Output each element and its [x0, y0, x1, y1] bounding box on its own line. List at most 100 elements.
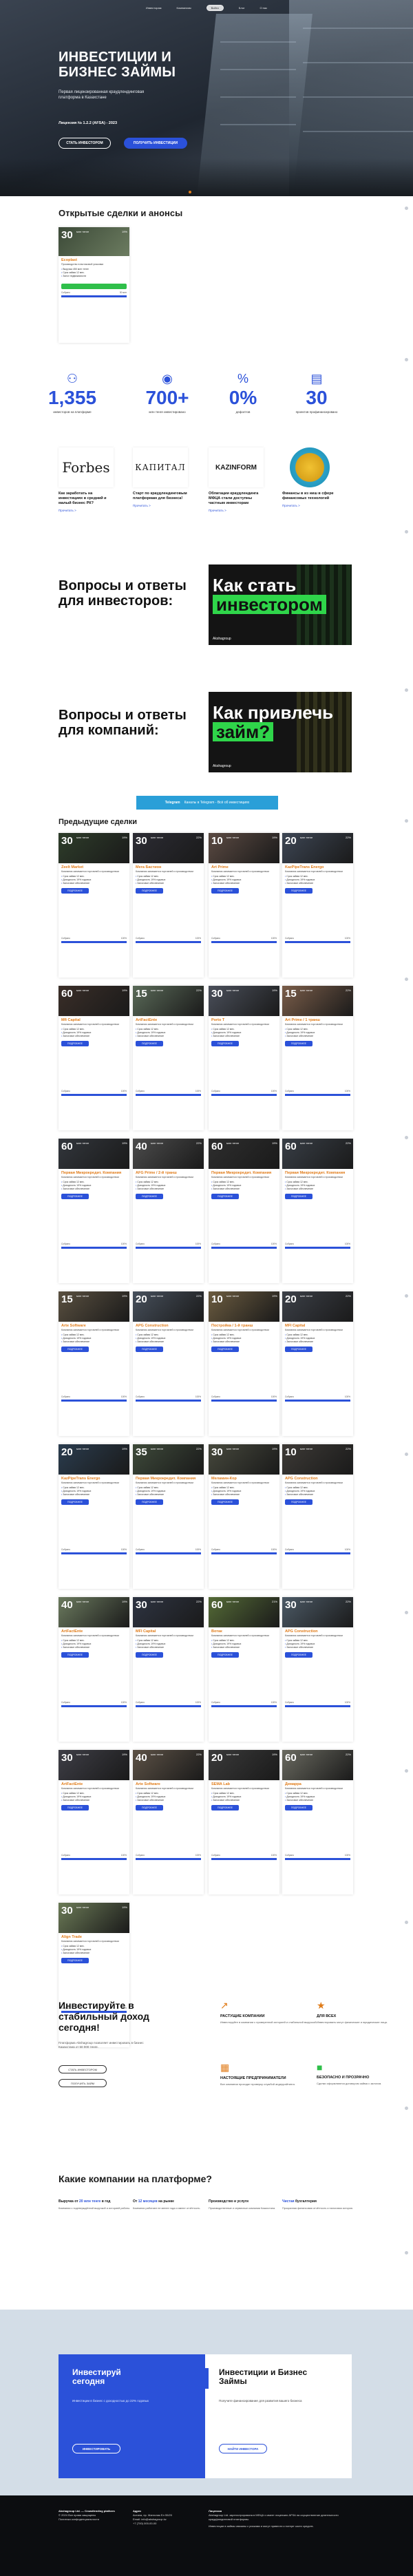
prev-deal-card[interactable]: 10 млн тенге 19% Постройка / 1-й транш Компа… [209, 1291, 279, 1436]
nav-item-about[interactable]: О нас [260, 6, 267, 10]
press-read-link[interactable]: Прочитать > [209, 509, 264, 512]
deal-details-button[interactable]: ПОДРОБНЕЕ [211, 1194, 239, 1199]
prev-deal-card[interactable]: 30 млн тенге 22% MFI Capital Компания занима… [133, 1597, 204, 1742]
deal-title: Первая Микрокредит. Компания [211, 1171, 272, 1175]
section-nav-dot[interactable] [405, 1921, 408, 1924]
section-nav-dot[interactable] [405, 1769, 408, 1773]
prev-deal-card[interactable]: 35 млн тенге 22% Первая Микрокредит. Компан… [133, 1444, 204, 1589]
prev-deal-card[interactable]: 20 млн тенге 19% SEMA Lab Компания занимаетс… [209, 1750, 279, 1894]
prev-deal-card[interactable]: 60 млн тенге 19% Mfi Capital Компания занима… [59, 986, 129, 1130]
nav-item-blog[interactable]: Блог [239, 6, 245, 10]
deal-details-button[interactable]: ПОДРОБНЕЕ [61, 1347, 89, 1352]
deal-details-button[interactable]: ПОДРОБНЕЕ [211, 1347, 239, 1352]
section-nav-dot[interactable] [405, 1611, 408, 1614]
benefit-title: ДЛЯ ВСЕХ [317, 2014, 337, 2018]
footer-privacy-link[interactable]: Политика конфиденциальности [59, 2517, 120, 2522]
section-nav-dot[interactable] [405, 819, 408, 823]
deal-details-button[interactable]: ПОДРОБНЕЕ [61, 888, 89, 894]
deal-details-button[interactable]: ПОДРОБНЕЕ [211, 1499, 239, 1505]
deal-details-button[interactable]: ПОДРОБНЕЕ [285, 1194, 313, 1199]
prev-deal-card[interactable]: 30 млн тенге 22% APG Construction Компания з… [282, 1597, 353, 1742]
invest-button[interactable]: ИНВЕСТИРОВАТЬ [72, 2444, 120, 2453]
prev-deal-card[interactable]: 30 млн тенге 19% Porto T Компания занимается… [209, 986, 279, 1130]
faq-investors-video[interactable]: Как стать инвестором Akshagroup [209, 564, 352, 645]
deal-details-button[interactable]: ПОДРОБНЕЕ [211, 1805, 239, 1810]
deal-details-button[interactable]: ПОДРОБНЕЕ [136, 1347, 163, 1352]
deal-details-button[interactable]: ПОДРОБНЕЕ [211, 888, 239, 894]
deal-details-button[interactable]: ПОДРОБНЕЕ [211, 1041, 239, 1046]
deal-details-button[interactable]: ПОДРОБНЕЕ [285, 1805, 313, 1810]
section-nav-dot[interactable] [405, 1136, 408, 1139]
nav-item-investors[interactable]: Инвесторам [146, 6, 162, 10]
press-read-link[interactable]: Прочитать > [59, 509, 114, 512]
deal-details-button[interactable]: ПОДРОБНЕЕ [136, 1499, 163, 1505]
deal-details-button[interactable]: ПОДРОБНЕЕ [61, 1499, 89, 1505]
footer-phone[interactable]: +7 (700) 000-00-00 [133, 2522, 195, 2526]
carousel-dot[interactable] [189, 191, 191, 193]
deal-details-button[interactable]: ПОДРОБНЕЕ [136, 1805, 163, 1810]
section-nav-dot[interactable] [405, 1453, 408, 1456]
deal-details-button[interactable]: ПОДРОБНЕЕ [61, 1652, 89, 1658]
prev-deal-card[interactable]: 60 млн тенге 19% Первая Микрокредит. Компан… [59, 1139, 129, 1283]
prev-deal-card[interactable]: 40 млн тенге 19% ArtFactEnte Компания занима… [59, 1597, 129, 1742]
deal-details-button[interactable]: ПОДРОБНЕЕ [285, 1347, 313, 1352]
deal-details-button[interactable]: ПОДРОБНЕЕ [285, 1652, 313, 1658]
prev-deal-card[interactable]: 15 млн тенге 22% Art Prime / 1 транш Компани… [282, 986, 353, 1130]
section-nav-dot[interactable] [405, 207, 408, 210]
prev-deal-card[interactable]: 15 млн тенге 22% ArtFactEnte Компания занима… [133, 986, 204, 1130]
press-card-emblem[interactable]: Финансы в из ниш в сфере финансовых техн… [282, 447, 337, 507]
section-nav-dot[interactable] [405, 358, 408, 361]
get-loan-button[interactable]: ПОЛУЧИТЬ ЗАЙМ [59, 2079, 107, 2087]
become-investor-button[interactable]: СТАТЬ ИНВЕСТОРОМ [59, 138, 111, 149]
deal-details-button[interactable]: ПОДРОБНЕЕ [61, 1805, 89, 1810]
prev-deal-card[interactable]: 30 млн тенге 19% Zeelt Market Компания заним… [59, 833, 129, 978]
section-nav-dot[interactable] [405, 530, 408, 534]
deal-details-button[interactable]: ПОДРОБНЕЕ [136, 1652, 163, 1658]
deal-details-button[interactable]: ПОДРОБНЕЕ [211, 1652, 239, 1658]
nav-item-companies[interactable]: Компаниям [177, 6, 191, 10]
press-read-link[interactable]: Прочитать > [133, 504, 188, 507]
deal-details-button[interactable]: ПОДРОБНЕЕ [285, 888, 313, 894]
prev-deal-card[interactable]: 60 млн тенге 21% Вотак Компания занимается т… [209, 1597, 279, 1742]
deal-details-button[interactable]: ПОДРОБНЕЕ [285, 1499, 313, 1505]
prev-deal-card[interactable]: 15 млн тенге 19% Arte Software Компания зани… [59, 1291, 129, 1436]
press-read-link[interactable]: Прочитать > [282, 504, 337, 507]
prev-deal-card[interactable]: 40 млн тенге 22% Arte Software Компания зани… [133, 1750, 204, 1894]
open-deal-card[interactable]: 30 млн тенге 19% Ecoplast Производство п… [59, 227, 129, 343]
prev-deal-card[interactable]: 10 млн тенге 22% APG Construction Компания з… [282, 1444, 353, 1589]
deal-details-button[interactable]: ПОДРОБНЕЕ [61, 1041, 89, 1046]
prev-deal-card[interactable]: 60 млн тенге 22% Первая Микрокредит. Компан… [282, 1139, 353, 1283]
prev-deal-card[interactable]: 30 млн тенге 19% ArtFactEnte Компания занима… [59, 1750, 129, 1894]
deal-bullet: Залоговое обеспечение [136, 1340, 201, 1344]
press-card-kazinform[interactable]: KAZINFORM Облигации краудлендинга МФЦА с… [209, 447, 264, 513]
deal-details-button[interactable]: ПОДРОБНЕЕ [285, 1041, 313, 1046]
prev-deal-card[interactable]: 20 млн тенге 22% MFI Capital Компания занима… [282, 1291, 353, 1436]
prev-deal-card[interactable]: 20 млн тенге 22% KazPipeTrans Energo Компани… [282, 833, 353, 978]
prev-deal-card[interactable]: 60 млн тенге 19% Первая Микрокредит. Компан… [209, 1139, 279, 1283]
prev-deal-card[interactable]: 30 млн тенге 19% Меламин-Кор Компания занима… [209, 1444, 279, 1589]
prev-deal-card[interactable]: 30 млн тенге 22% Мега Бастион Компания заним… [133, 833, 204, 978]
deal-details-button[interactable]: ПОДРОБНЕЕ [136, 888, 163, 894]
find-investor-button[interactable]: НАЙТИ ИНВЕСТОРА [219, 2444, 267, 2453]
telegram-banner[interactable]: Telegram Каналы в Telegram - Всё об инве… [136, 796, 278, 810]
deal-details-button[interactable]: ПОДРОБНЕЕ [61, 1194, 89, 1199]
section-nav-dot[interactable] [405, 2251, 408, 2255]
press-card-forbes[interactable]: Forbes Как заработать на инвестициях в с… [59, 447, 114, 512]
get-investment-button[interactable]: ПОЛУЧИТЬ ИНВЕСТИЦИИ [124, 138, 187, 149]
prev-deal-card[interactable]: 20 млн тенге 22% APG Construction Компания з… [133, 1291, 204, 1436]
deal-details-button[interactable]: ПОДРОБНЕЕ [136, 1041, 163, 1046]
login-button[interactable]: Войти [206, 4, 224, 11]
deal-details-button[interactable]: ПОДРОБНЕЕ [136, 1194, 163, 1199]
deal-details-button[interactable]: ПОДРОБНЕЕ [61, 1958, 89, 1963]
prev-deal-card[interactable]: 20 млн тенге 19% KazPipeTrans Energo Компани… [59, 1444, 129, 1589]
section-nav-dot[interactable] [405, 1294, 408, 1298]
prev-deal-card[interactable]: 10 млн тенге 19% Art Prime Компания занимает… [209, 833, 279, 978]
section-nav-dot[interactable] [405, 2107, 408, 2110]
faq-companies-video[interactable]: Как привлечь займ? Akshagroup [209, 692, 352, 772]
press-card-kapital[interactable]: КАПИТАЛ Старт по краудлендинговым платфо… [133, 447, 188, 507]
become-investor-button-2[interactable]: СТАТЬ ИНВЕСТОРОМ [59, 2065, 107, 2073]
section-nav-dot[interactable] [405, 688, 408, 692]
prev-deal-card[interactable]: 40 млн тенге 22% AFG Prime / 2-й транш Компа… [133, 1139, 204, 1283]
prev-deal-card[interactable]: 60 млн тенге 22% Демарра Компания занимается… [282, 1750, 353, 1894]
section-nav-dot[interactable] [405, 978, 408, 981]
